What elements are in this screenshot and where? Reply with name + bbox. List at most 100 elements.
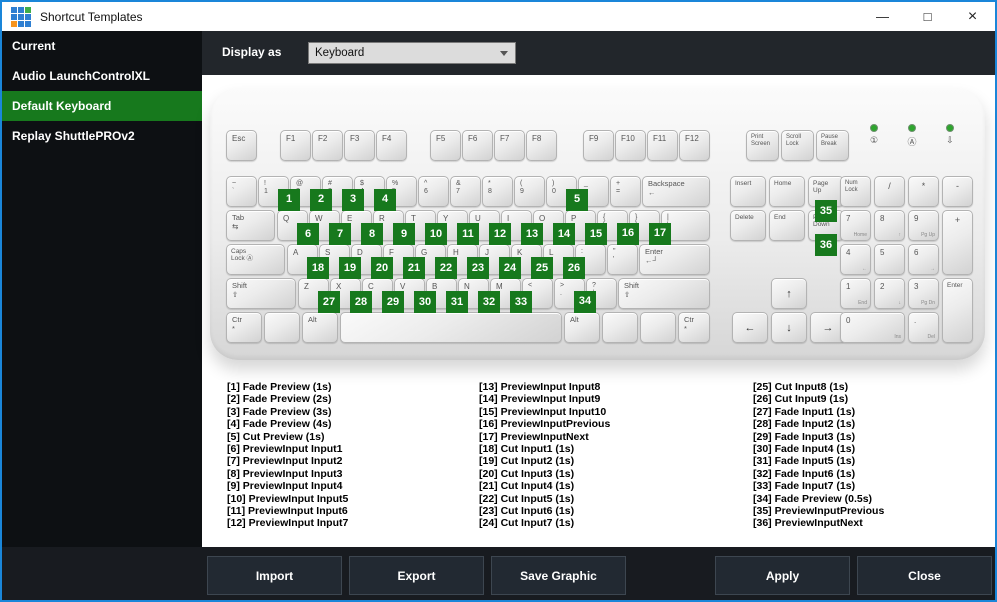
key-f12[interactable]: F12	[679, 130, 710, 161]
key-alt-left[interactable]: Alt	[302, 312, 338, 343]
led-caps-lock-icon: Ⓐ	[893, 124, 931, 148]
display-as-select[interactable]: Keyboard	[308, 42, 516, 64]
key-scroll-lock[interactable]: Scroll Lock	[781, 130, 814, 161]
key-shift-left[interactable]: Shift ⇧	[226, 278, 296, 309]
key-backspace[interactable]: Backspace ←	[642, 176, 710, 207]
key-esc[interactable]: Esc	[226, 130, 257, 161]
key-numpad-8[interactable]: 8 ↑	[874, 210, 905, 241]
display-as-label: Display as	[222, 45, 282, 59]
export-button[interactable]: Export	[349, 556, 484, 595]
key-z[interactable]: Z 27	[298, 278, 340, 313]
key-enter[interactable]: Enter ←┘	[639, 244, 710, 275]
key-numpad-5[interactable]: 5	[874, 244, 905, 275]
close-button[interactable]: Close	[857, 556, 992, 595]
legend-entry: [9] PreviewInput Input4	[227, 480, 343, 493]
key-numpad-multiply[interactable]: *	[908, 176, 939, 207]
key-numpad-plus[interactable]: +	[942, 210, 973, 275]
shortcut-badge-6: 6	[297, 223, 319, 245]
key-equals[interactable]: + =	[610, 176, 641, 207]
key-8[interactable]: * 8	[482, 176, 513, 207]
key-home[interactable]: Home	[769, 176, 805, 207]
shortcut-badge-8: 8	[361, 223, 383, 245]
key-alt-right[interactable]: Alt	[564, 312, 600, 343]
key-numpad-1[interactable]: 1 End	[840, 278, 871, 309]
legend-entry: [24] Cut Input7 (1s)	[479, 517, 575, 530]
key-tab[interactable]: Tab ⇆	[226, 210, 275, 241]
key-numpad-dot[interactable]: . Del	[908, 312, 939, 343]
key-num-lock[interactable]: Num Lock	[840, 176, 871, 207]
maximize-button[interactable]: □	[905, 2, 950, 31]
key-f5[interactable]: F5	[430, 130, 461, 161]
shortcut-badge-16: 16	[617, 223, 639, 245]
sidebar-item-replay-shuttleprov2[interactable]: Replay ShuttlePROv2	[2, 121, 202, 151]
key-q[interactable]: Q6	[277, 210, 319, 245]
key-period[interactable]: >. 34	[554, 278, 596, 313]
key-win-left[interactable]	[264, 312, 300, 343]
key-end[interactable]: End	[769, 210, 805, 241]
key-numpad-divide[interactable]: /	[874, 176, 905, 207]
key-numpad-4[interactable]: 4 ←	[840, 244, 871, 275]
legend-entry: [8] PreviewInput Input3	[227, 467, 343, 480]
key-arrow-down[interactable]: ↓	[771, 312, 807, 343]
save-graphic-button[interactable]: Save Graphic	[491, 556, 626, 595]
key-f6[interactable]: F6	[462, 130, 493, 161]
key-numpad-9[interactable]: 9 Pg Up	[908, 210, 939, 241]
shortcut-badge-35: 35	[815, 200, 837, 222]
key-f4[interactable]: F4	[376, 130, 407, 161]
key-numpad-6[interactable]: 6 →	[908, 244, 939, 275]
key-numpad-enter[interactable]: Enter	[942, 278, 973, 343]
key-0[interactable]: ) 0 5	[546, 176, 588, 211]
key-numpad-0[interactable]: 0 Ins	[840, 312, 905, 343]
shortcut-badge-7: 7	[329, 223, 351, 245]
key-shift-right[interactable]: Shift ⇧	[618, 278, 710, 309]
apply-button[interactable]: Apply	[715, 556, 850, 595]
sidebar-item-current[interactable]: Current	[2, 31, 202, 61]
minimize-button[interactable]: —	[860, 2, 905, 31]
key-arrow-left[interactable]: ←	[732, 312, 768, 343]
key-pause-break[interactable]: Pause Break	[816, 130, 849, 161]
key-numpad-7[interactable]: 7 Home	[840, 210, 871, 241]
key-quote[interactable]: " '	[607, 244, 638, 275]
key-win-right[interactable]	[640, 312, 676, 343]
key-f3[interactable]: F3	[344, 130, 375, 161]
close-button[interactable]: ×	[950, 2, 995, 31]
shortcut-badge-24: 24	[499, 257, 521, 279]
legend-entry: [20] Cut Input3 (1s)	[479, 467, 575, 480]
key-7[interactable]: & 7	[450, 176, 481, 207]
key-f1[interactable]: F1	[280, 130, 311, 161]
key-numpad-minus[interactable]: -	[942, 176, 973, 207]
key-numpad-3[interactable]: 3 Pg Dn	[908, 278, 939, 309]
sidebar-item-default-keyboard[interactable]: Default Keyboard	[2, 91, 202, 121]
key-f9[interactable]: F9	[583, 130, 614, 161]
shortcut-badge-27: 27	[318, 291, 340, 313]
key-space[interactable]	[340, 312, 562, 343]
key-f8[interactable]: F8	[526, 130, 557, 161]
key-caps-lock[interactable]: Caps Lock Ⓐ	[226, 244, 285, 275]
key-numpad-2[interactable]: 2 ↓	[874, 278, 905, 309]
display-as-value: Keyboard	[315, 47, 365, 59]
key-f7[interactable]: F7	[494, 130, 525, 161]
key-arrow-up[interactable]: ↑	[771, 278, 807, 309]
key-1[interactable]: ! 1 1	[258, 176, 300, 211]
key-f11[interactable]: F11	[647, 130, 678, 161]
key-9[interactable]: (9	[514, 176, 545, 207]
key-print-screen[interactable]: Print Screen	[746, 130, 779, 161]
window-title: Shortcut Templates	[40, 9, 143, 24]
key-page-up[interactable]: Page Up 35	[808, 176, 844, 222]
key-f2[interactable]: F2	[312, 130, 343, 161]
key-6[interactable]: ^ 6	[418, 176, 449, 207]
shortcut-badge-23: 23	[467, 257, 489, 279]
key-delete[interactable]: Delete	[730, 210, 766, 241]
import-button[interactable]: Import	[207, 556, 342, 595]
sidebar-item-audio-launchcontrolxl[interactable]: Audio LaunchControlXL	[2, 61, 202, 91]
shortcut-badge-32: 32	[478, 291, 500, 313]
key-menu[interactable]	[602, 312, 638, 343]
key-ctrl-right[interactable]: Ctr *	[678, 312, 710, 343]
titlebar: Shortcut Templates — □ ×	[2, 2, 995, 31]
legend-column-3: [25] Cut Input8 (1s) [26] Cut Input9 (1s)…	[753, 381, 884, 530]
key-insert[interactable]: Insert	[730, 176, 766, 207]
key-ctrl-left[interactable]: Ctr *	[226, 312, 262, 343]
key-a[interactable]: A 18	[287, 244, 329, 279]
key-f10[interactable]: F10	[615, 130, 646, 161]
key-backtick[interactable]: ~ `	[226, 176, 257, 207]
